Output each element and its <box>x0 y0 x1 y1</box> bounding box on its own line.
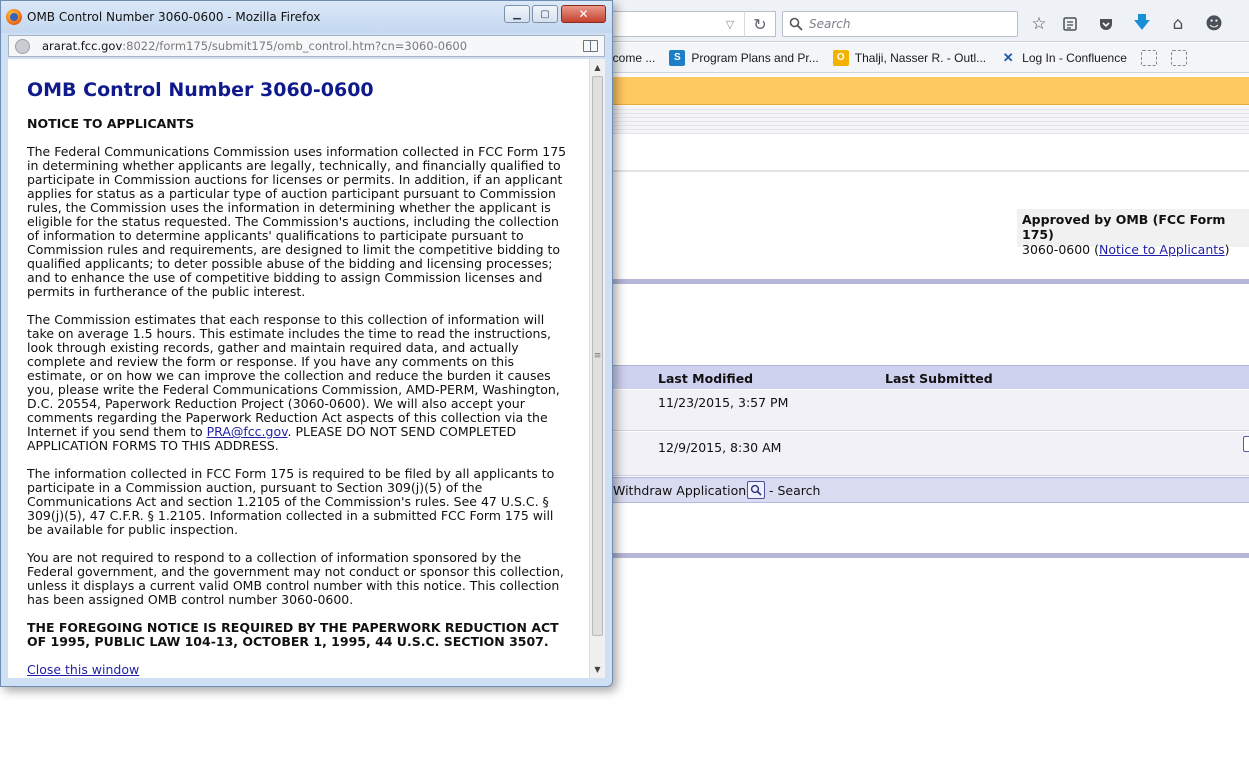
maximize-button[interactable]: ▢ <box>532 5 558 23</box>
paragraph-text: The Commission estimates that each respo… <box>27 312 560 439</box>
bookmark-item[interactable]: O Thalji, Nasser R. - Outl... <box>832 49 987 66</box>
close-button[interactable]: ✕ <box>561 5 606 23</box>
scrollbar-thumb[interactable]: ≡ <box>592 76 603 636</box>
page-title: OMB Control Number 3060-0600 <box>27 79 374 101</box>
pra-email-link[interactable]: PRA@fcc.gov <box>207 424 288 439</box>
close-window-link[interactable]: Close this window <box>27 663 139 677</box>
reading-list-icon[interactable] <box>1058 12 1082 36</box>
column-header-last-submitted: Last Submitted <box>885 371 993 386</box>
history-dropdown-icon[interactable]: ▽ <box>716 11 744 37</box>
edit-application-icon[interactable] <box>1243 436 1249 452</box>
bookmark-label: Program Plans and Pr... <box>691 50 819 65</box>
popup-titlebar[interactable]: OMB Control Number 3060-0600 - Mozilla F… <box>1 1 612 33</box>
search-input[interactable]: Search <box>782 11 1018 37</box>
last-modified-cell: 11/23/2015, 3:57 PM <box>658 395 789 410</box>
paragraph-burden: The Commission estimates that each respo… <box>27 313 571 453</box>
popup-window-title: OMB Control Number 3060-0600 - Mozilla F… <box>27 10 321 24</box>
pocket-icon[interactable] <box>1094 12 1118 36</box>
site-identity-icon <box>15 38 30 54</box>
popup-content: OMB Control Number 3060-0600 NOTICE TO A… <box>8 59 589 678</box>
bookmark-item-blank[interactable] <box>1170 49 1187 66</box>
notice-to-applicants-link[interactable]: Notice to Applicants <box>1099 242 1225 257</box>
column-header-last-modified: Last Modified <box>658 371 754 386</box>
bookmark-item[interactable]: ✕ Log In - Confluence <box>1000 50 1127 66</box>
bookmark-item-blank[interactable] <box>1140 49 1157 66</box>
omb-popup-window: OMB Control Number 3060-0600 - Mozilla F… <box>0 0 613 687</box>
bookmark-star-icon[interactable]: ☆ <box>1027 12 1051 36</box>
page-icon <box>1170 49 1187 66</box>
reload-icon[interactable]: ↻ <box>744 11 776 37</box>
outlook-icon: O <box>832 49 849 66</box>
reader-view-icon[interactable] <box>583 40 598 52</box>
url-host: ararat.fcc.gov <box>42 39 123 53</box>
vertical-scrollbar[interactable]: ▲ ≡ ▼ <box>589 59 605 678</box>
last-modified-cell: 12/9/2015, 8:30 AM <box>658 440 782 455</box>
paragraph-requirement: You are not required to respond to a col… <box>27 550 564 607</box>
withdraw-application-label: Withdraw Application <box>613 483 747 498</box>
search-icon <box>789 17 803 31</box>
bookmark-label: Log In - Confluence <box>1022 50 1127 65</box>
bookmark-item[interactable]: lcome ... <box>610 51 655 65</box>
paragraph-authority: The information collected in FCC Form 17… <box>27 466 555 537</box>
paperwork-act-notice: THE FOREGOING NOTICE IS REQUIRED BY THE … <box>27 620 559 649</box>
home-icon[interactable]: ⌂ <box>1166 12 1190 36</box>
download-icon[interactable]: 🡇 <box>1130 12 1154 36</box>
omb-approval-box: Approved by OMB (FCC Form 175) 3060-0600… <box>1017 209 1249 257</box>
url-path: :8022/form175/submit175/omb_control.htm?… <box>122 39 468 53</box>
notice-title: NOTICE TO APPLICANTS <box>27 116 195 131</box>
minimize-button[interactable]: ▁ <box>504 5 530 23</box>
bookmark-label: Thalji, Nasser R. - Outl... <box>854 50 987 65</box>
bookmark-item[interactable]: S Program Plans and Pr... <box>669 49 819 66</box>
bookmark-label: lcome ... <box>610 50 656 65</box>
popup-address-bar[interactable]: ararat.fcc.gov:8022/form175/submit175/om… <box>8 35 605 57</box>
scroll-down-arrow-icon[interactable]: ▼ <box>590 662 605 677</box>
omb-number: 3060-0600 <box>1022 242 1091 257</box>
search-action-icon <box>747 481 765 499</box>
firefox-icon <box>6 9 22 25</box>
chat-smiley-icon[interactable]: ☻ <box>1202 12 1226 36</box>
paragraph-purpose: The Federal Communications Commission us… <box>27 144 567 299</box>
search-action-label: - Search <box>769 483 821 498</box>
page-icon <box>1140 49 1157 66</box>
approved-title: Approved by OMB (FCC Form 175) <box>1022 212 1226 242</box>
scroll-up-arrow-icon[interactable]: ▲ <box>590 60 605 75</box>
sharepoint-icon: S <box>669 49 686 66</box>
search-placeholder: Search <box>809 17 851 31</box>
confluence-icon: ✕ <box>1002 49 1014 65</box>
